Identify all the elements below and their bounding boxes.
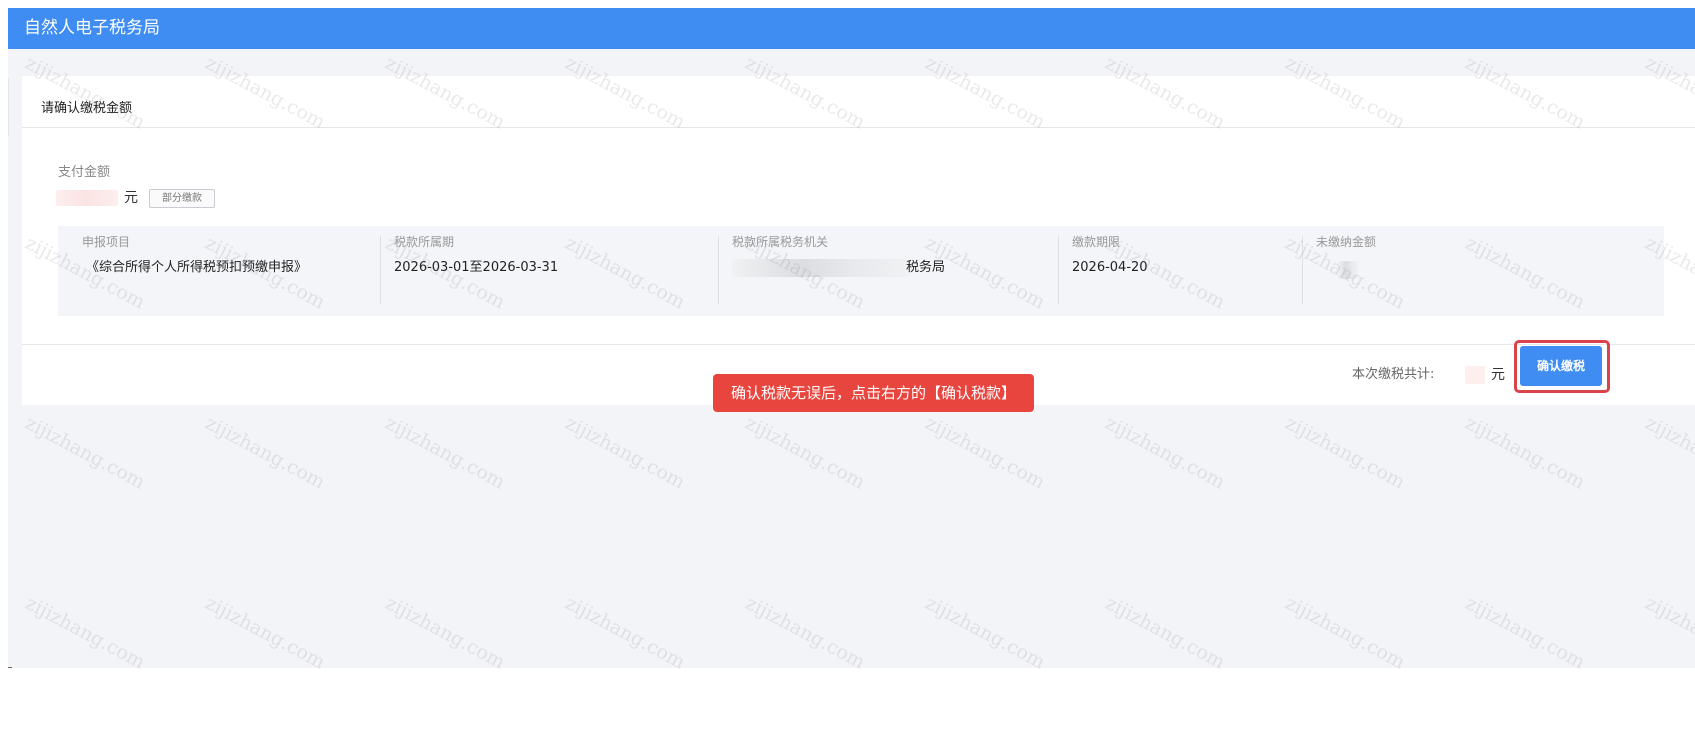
detail-col-office: 税款所属税务机关 税务局 [718, 226, 1031, 316]
payment-card: 请确认缴税金额 支付金额 元 部分缴款 申报项目 《综合所得个人所得税预扣预缴申… [22, 76, 1695, 405]
detail-col-period: 税款所属期 2026-03-01至2026-03-31 [380, 226, 693, 316]
partial-payment-button[interactable]: 部分缴款 [149, 189, 215, 208]
confirm-payment-button[interactable]: 确认缴税 [1520, 346, 1602, 386]
card-header: 请确认缴税金额 [22, 76, 1695, 128]
tax-detail-row: 申报项目 《综合所得个人所得税预扣预缴申报》 税款所属期 2026-03-01至… [58, 226, 1664, 316]
divider [22, 344, 1695, 345]
detail-value-period: 2026-03-01至2026-03-31 [394, 260, 559, 275]
detail-value-item: 《综合所得个人所得税预扣预缴申报》 [86, 260, 308, 275]
detail-col-item: 申报项目 《综合所得个人所得税预扣预缴申报》 [58, 226, 371, 316]
column-divider [380, 236, 381, 304]
page-frame: 自然人电子税务局 请确认缴税金额 支付金额 元 部分缴款 申报项目 《综合所得个… [8, 8, 1695, 668]
pay-amount-value-redacted [56, 190, 118, 206]
unpaid-amount-redacted [1338, 261, 1358, 279]
pay-amount-currency: 元 [124, 190, 138, 206]
column-divider [718, 236, 719, 304]
detail-header-office: 税款所属税务机关 [732, 235, 829, 249]
office-name-redacted [732, 259, 906, 277]
total-currency: 元 [1491, 367, 1505, 383]
detail-col-deadline: 缴款期限 2026-04-20 [1058, 226, 1298, 316]
total-label: 本次缴税共计: [1352, 367, 1435, 382]
column-divider [1302, 236, 1303, 304]
detail-header-item: 申报项目 [82, 235, 131, 249]
column-divider [1058, 236, 1059, 304]
instruction-tooltip: 确认税款无误后，点击右方的【确认税款】 [713, 374, 1034, 412]
total-amount-redacted [1465, 366, 1485, 384]
detail-header-unpaid: 未缴纳金额 [1316, 235, 1377, 249]
top-bar: 自然人电子税务局 [8, 8, 1695, 49]
divider [8, 667, 12, 668]
pay-amount-label: 支付金额 [58, 165, 111, 180]
detail-header-deadline: 缴款期限 [1072, 235, 1121, 249]
card-title: 请确认缴税金额 [41, 101, 133, 116]
detail-header-period: 税款所属期 [394, 235, 455, 249]
app-title: 自然人电子税务局 [24, 18, 160, 38]
detail-value-deadline: 2026-04-20 [1072, 260, 1148, 275]
divider [8, 78, 9, 136]
detail-col-unpaid: 未缴纳金额 [1302, 226, 1662, 316]
detail-value-office: 税务局 [906, 260, 946, 275]
